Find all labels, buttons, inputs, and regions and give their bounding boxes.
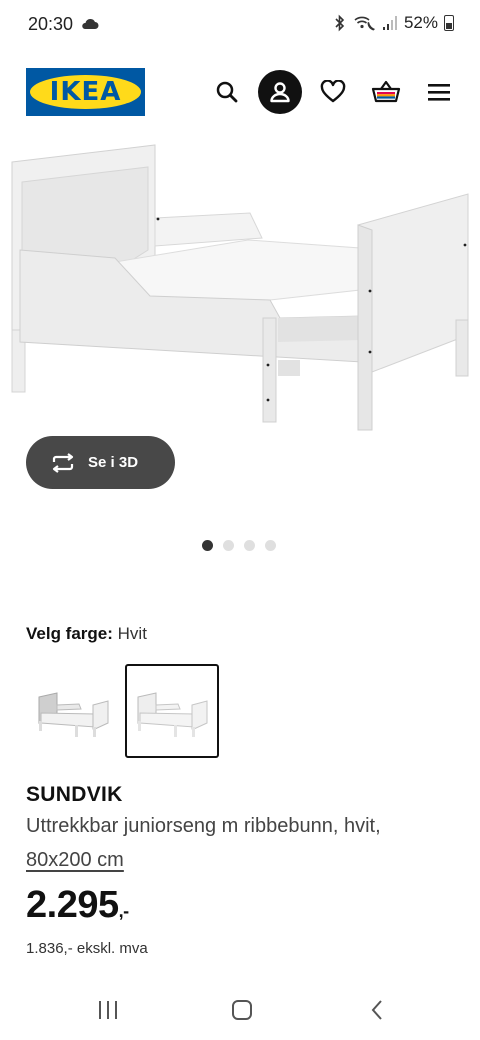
bed-image: [11, 144, 469, 431]
rotate-3d-icon: [52, 452, 74, 473]
search-icon: [216, 81, 238, 103]
menu-button[interactable]: [417, 70, 461, 114]
favourites-button[interactable]: [311, 70, 355, 114]
bed-thumbnail: [38, 692, 109, 737]
price-value: 2.295: [26, 884, 119, 926]
view-3d-label: Se i 3D: [88, 454, 139, 471]
color-label-title: Velg farge:: [26, 624, 113, 643]
product-image[interactable]: [0, 135, 480, 445]
back-icon: [371, 1000, 382, 1020]
color-label: Velg farge: Hvit: [26, 624, 147, 644]
heart-icon: [320, 80, 346, 103]
carousel-dot[interactable]: [223, 540, 234, 551]
view-3d-button[interactable]: Se i 3D: [26, 436, 175, 489]
carousel-dot[interactable]: [202, 540, 213, 551]
bed-thumbnail: [137, 692, 208, 737]
product-price: 2.295,-: [26, 884, 129, 927]
carousel-dot[interactable]: [244, 540, 255, 551]
system-nav-bar: [0, 985, 480, 1040]
price-excl-vat: 1.836,- ekskl. mva: [26, 940, 148, 957]
product-name: SUNDVIK: [26, 783, 123, 806]
home-button[interactable]: [222, 995, 262, 1025]
cloud-icon: [82, 18, 99, 29]
recent-apps-button[interactable]: [88, 995, 128, 1025]
signal-icon: [382, 16, 397, 30]
ikea-logo[interactable]: IKEA: [26, 68, 145, 116]
battery-icon: [444, 15, 454, 31]
status-time: 20:30: [28, 14, 74, 34]
color-swatch-grey[interactable]: [26, 664, 120, 758]
logo-text: IKEA: [49, 77, 122, 107]
profile-icon: [270, 82, 290, 103]
product-size-link[interactable]: 80x200 cm: [26, 849, 124, 872]
wifi-call-icon: [354, 16, 375, 31]
cart-button[interactable]: [364, 70, 408, 114]
bluetooth-icon: [335, 14, 345, 32]
carousel-dot[interactable]: [265, 540, 276, 551]
logo-oval: IKEA: [30, 75, 141, 109]
product-description: Uttrekkbar juniorseng m ribbebunn, hvit,: [26, 815, 381, 837]
cart-icon: [371, 80, 401, 103]
menu-icon: [428, 84, 450, 101]
recent-apps-icon: [99, 1001, 117, 1019]
carousel-dots: [202, 540, 276, 551]
color-swatch-white[interactable]: [125, 664, 219, 758]
app-header: IKEA: [0, 62, 480, 122]
profile-button[interactable]: [258, 70, 302, 114]
battery-percent: 52%: [403, 13, 438, 32]
search-button[interactable]: [205, 70, 249, 114]
color-selected-value: Hvit: [117, 624, 147, 643]
back-button[interactable]: [357, 995, 397, 1025]
price-suffix: ,-: [118, 901, 130, 921]
status-bar: 20:30 52%: [0, 0, 480, 48]
home-icon: [232, 1000, 252, 1020]
status-icons: 52%: [332, 13, 454, 33]
